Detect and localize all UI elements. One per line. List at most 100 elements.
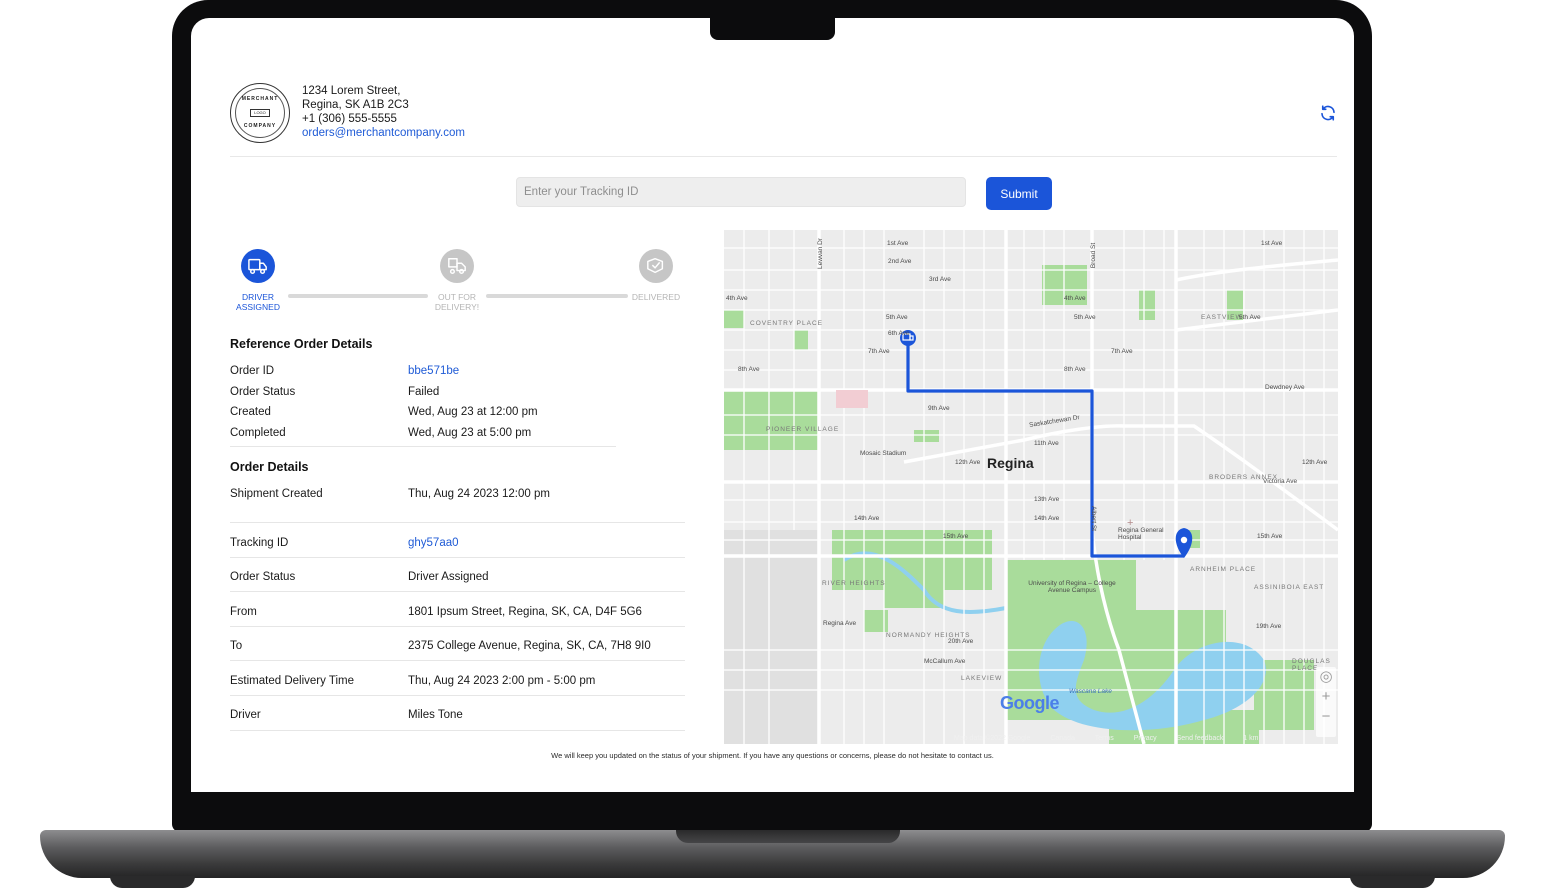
step-driver-assigned: DRIVER ASSIGNED: [223, 249, 293, 312]
map-neighborhood-label: PIONEER VILLAGE: [766, 426, 840, 433]
order-status-label: Order Status: [230, 571, 296, 583]
map-privacy-link[interactable]: Privacy: [1134, 735, 1157, 742]
map-neighborhood-label: ASSINIBOIA EAST: [1254, 584, 1325, 591]
order-details-title: Order Details: [230, 460, 309, 474]
submit-button[interactable]: Submit: [986, 177, 1052, 210]
map-street-label: 13th Ave: [1034, 496, 1060, 503]
driver-value: Miles Tone: [408, 709, 463, 721]
map-street-label: 3rd Ave: [929, 276, 951, 283]
map-street-label: 6th Ave: [888, 330, 910, 337]
map-region-text: Canada: [1050, 735, 1075, 742]
map-street-label: Lewvan Dr: [817, 237, 825, 270]
delivery-map[interactable]: + 1st Ave 1st Ave 2nd Ave 3rd Ave 4th Av…: [724, 230, 1338, 744]
delivery-box-icon: [440, 249, 474, 283]
divider: [230, 522, 685, 523]
map-landmark-label: Mosaic Stadium: [860, 450, 907, 457]
merchant-address: 1234 Lorem Street, Regina, SK A1B 2C3 +1…: [302, 84, 465, 140]
step-out-for-delivery: OUT FOR DELIVERY!: [422, 249, 492, 312]
map-street-label: 4th Ave: [726, 295, 748, 302]
merchant-phone: +1 (306) 555-5555: [302, 113, 397, 125]
map-neighborhood-label: NORMANDY HEIGHTS: [886, 632, 971, 639]
map-street-label: 1st Ave: [1261, 240, 1283, 247]
laptop-foot-right: [1350, 876, 1435, 888]
stepper-connector-2: [486, 294, 628, 298]
map-feedback-link[interactable]: Send feedback: [1177, 735, 1224, 742]
map-street-label: Broad St: [1090, 242, 1098, 269]
divider: [230, 660, 685, 661]
map-neighborhood-label: EASTVIEW: [1201, 314, 1243, 321]
google-logo: Google: [1000, 693, 1060, 713]
reference-details-title: Reference Order Details: [230, 337, 373, 351]
logo-top-text: MERCHANT: [241, 96, 279, 102]
map-street-label: 8th Ave: [738, 366, 760, 373]
divider: [230, 695, 685, 696]
to-value: 2375 College Avenue, Regina, SK, CA, 7H8…: [408, 640, 651, 652]
map-neighborhood-label: COVENTRY PLACE: [750, 320, 824, 327]
from-value: 1801 Ipsum Street, Regina, SK, CA, D4F 5…: [408, 606, 642, 618]
map-terms-link[interactable]: Terms: [1095, 735, 1114, 742]
map-street-label: 5th Ave: [886, 314, 908, 321]
reference-created-value: Wed, Aug 23 at 12:00 pm: [408, 406, 538, 418]
delivery-progress-stepper: DRIVER ASSIGNED OUT FOR DELIVERY! DELIVE…: [230, 249, 690, 329]
truck-icon: [241, 249, 275, 283]
reference-completed-label: Completed: [230, 427, 286, 439]
map-landmark-label: Regina General Hospital: [1118, 527, 1164, 541]
shipment-created-label: Shipment Created: [230, 488, 323, 500]
reference-created-label: Created: [230, 406, 271, 418]
map-neighborhood-label: ARNHEIM PLACE: [1190, 566, 1257, 573]
merchant-email-link[interactable]: orders@merchantcompany.com: [302, 126, 465, 140]
shipment-created-value: Thu, Aug 24 2023 12:00 pm: [408, 488, 550, 500]
step-label-delivered: DELIVERED: [631, 292, 681, 302]
tracking-id-input[interactable]: [516, 177, 966, 207]
refresh-button[interactable]: [1319, 104, 1337, 122]
map-labels: 1st Ave 1st Ave 2nd Ave 3rd Ave 4th Ave …: [724, 230, 1338, 744]
my-location-button[interactable]: ◎: [1316, 667, 1336, 687]
map-street-label: 12th Ave: [1302, 459, 1328, 466]
address-line-1: 1234 Lorem Street,: [302, 85, 401, 97]
map-street-label: 11th Ave: [1034, 440, 1059, 447]
reference-completed-value: Wed, Aug 23 at 5:00 pm: [408, 427, 532, 439]
map-neighborhood-label: RIVER HEIGHTS: [822, 580, 886, 587]
map-street-label: Albert St: [1089, 506, 1097, 531]
map-street-label: 1st Ave: [887, 240, 909, 247]
divider: [230, 730, 685, 731]
map-attribution-bar: Map data ©2022 Google Canada Terms Priva…: [954, 735, 1276, 742]
zoom-out-button[interactable]: −: [1316, 707, 1336, 727]
map-street-label: Regina Ave: [823, 620, 857, 627]
estimated-delivery-label: Estimated Delivery Time: [230, 675, 354, 687]
step-label-driver-assigned: DRIVER ASSIGNED: [236, 292, 280, 312]
stepper-connector-1: [288, 294, 428, 298]
laptop-screen: MERCHANT LOGO COMPANY 1234 Lorem Street,…: [191, 18, 1354, 792]
map-street-label: 9th Ave: [928, 405, 950, 412]
map-street-label: 14th Ave: [1034, 515, 1060, 522]
order-status-value: Driver Assigned: [408, 571, 489, 583]
map-street-label: 2nd Ave: [888, 258, 912, 265]
merchant-logo: MERCHANT LOGO COMPANY: [230, 83, 290, 143]
divider: [230, 557, 685, 558]
zoom-in-button[interactable]: +: [1316, 687, 1336, 707]
map-street-label: 19th Ave: [1256, 623, 1282, 630]
tracking-id-link[interactable]: ghy57aa0: [408, 537, 459, 549]
map-zoom-controls: ◎ + −: [1316, 667, 1336, 737]
map-neighborhood-label: LAKEVIEW: [961, 675, 1003, 682]
map-street-label: 15th Ave: [1257, 533, 1283, 540]
map-street-label: 4th Ave: [1064, 295, 1086, 302]
laptop-base-groove: [676, 830, 900, 843]
camera-notch: [710, 18, 835, 40]
map-neighborhood-label: BRODERS ANNEX: [1209, 474, 1278, 481]
delivered-check-icon: [639, 249, 673, 283]
divider: [230, 626, 685, 627]
tracking-id-label: Tracking ID: [230, 537, 289, 549]
step-delivered: DELIVERED: [621, 249, 691, 302]
driver-label: Driver: [230, 709, 261, 721]
from-label: From: [230, 606, 257, 618]
map-landmark-label: Wascana Lake: [1069, 688, 1112, 695]
map-street-label: 7th Ave: [868, 348, 890, 355]
address-line-2: Regina, SK A1B 2C3: [302, 99, 409, 111]
divider: [230, 446, 616, 447]
map-street-label: Dewdney Ave: [1265, 384, 1305, 391]
laptop-foot-left: [110, 876, 195, 888]
reference-status-value: Failed: [408, 386, 440, 398]
map-city-label: Regina: [987, 455, 1034, 471]
reference-order-id-link[interactable]: bbe571be: [408, 365, 459, 377]
